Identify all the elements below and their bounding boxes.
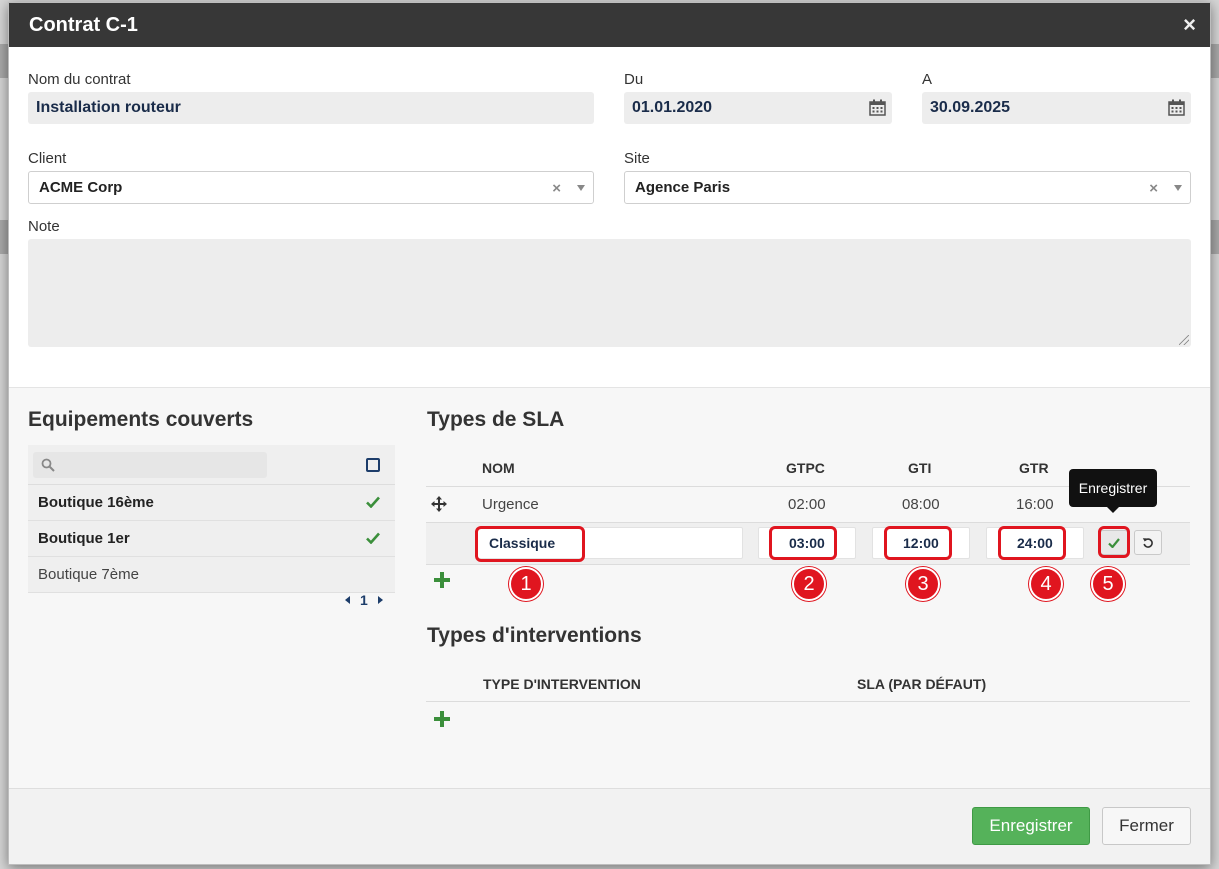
highlight-box <box>475 526 585 562</box>
client-label: Client <box>28 150 67 167</box>
step-badge: 5 <box>1091 567 1125 601</box>
sla-row-gtpc: 02:00 <box>788 496 826 513</box>
prev-page-icon[interactable] <box>345 596 350 604</box>
modal-title: Contrat C-1 <box>29 13 138 36</box>
close-button[interactable]: Fermer <box>1102 807 1191 845</box>
check-icon <box>366 532 380 544</box>
chevron-down-icon[interactable] <box>577 185 585 191</box>
equipment-item[interactable]: Boutique 16ème <box>28 485 395 521</box>
step-badge: 4 <box>1029 567 1063 601</box>
contract-name-label: Nom du contrat <box>28 71 131 88</box>
undo-icon <box>1142 537 1153 548</box>
move-icon[interactable] <box>431 496 447 512</box>
interventions-header-type: TYPE D'INTERVENTION <box>483 676 641 692</box>
interventions-table: TYPE D'INTERVENTION SLA (PAR DÉFAUT) <box>426 661 1190 727</box>
sla-header-nom: NOM <box>482 460 515 476</box>
sla-row-gtr: 16:00 <box>1016 496 1054 513</box>
chevron-down-icon[interactable] <box>1174 185 1182 191</box>
lower-panel: Equipements couverts Boutique 16ème Bout… <box>9 388 1210 789</box>
equipment-item[interactable]: Boutique 1er <box>28 521 395 557</box>
contract-form: Nom du contrat Installation routeur Du 0… <box>9 47 1210 388</box>
add-intervention-icon[interactable] <box>434 711 450 727</box>
equipment-item[interactable]: Boutique 7ème <box>28 557 395 593</box>
divider <box>426 701 1190 702</box>
sla-title: Types de SLA <box>427 408 565 431</box>
search-icon <box>41 458 55 472</box>
from-date-label: Du <box>624 71 644 88</box>
to-date-field[interactable]: 30.09.2025 <box>922 92 1191 124</box>
equipment-search-input[interactable] <box>33 451 267 478</box>
select-all-checkbox[interactable] <box>366 458 380 472</box>
sla-row-nom: Urgence <box>482 496 539 513</box>
step-badge: 3 <box>906 567 940 601</box>
from-date-field[interactable]: 01.01.2020 <box>624 92 892 124</box>
from-date-value: 01.01.2020 <box>632 99 713 116</box>
site-select[interactable]: Agence Paris × <box>624 171 1191 204</box>
modal-header: Contrat C-1 × <box>9 3 1210 47</box>
contract-name-value: Installation routeur <box>36 99 181 116</box>
calendar-icon[interactable] <box>869 99 886 116</box>
highlight-box <box>998 526 1066 560</box>
modal-footer: Enregistrer Fermer <box>9 788 1210 864</box>
clear-icon[interactable]: × <box>1149 180 1158 197</box>
equipment-item-label: Boutique 1er <box>38 530 130 547</box>
calendar-icon[interactable] <box>1168 99 1185 116</box>
to-date-label: A <box>922 71 933 88</box>
equipment-item-label: Boutique 16ème <box>38 494 154 511</box>
sla-undo-button[interactable] <box>1134 530 1162 555</box>
highlight-box <box>769 526 837 560</box>
close-icon[interactable]: × <box>1183 14 1196 36</box>
contract-modal: Contrat C-1 × Nom du contrat Installatio… <box>8 2 1211 865</box>
resize-handle-icon[interactable] <box>1179 335 1189 345</box>
site-value: Agence Paris <box>635 179 731 196</box>
clear-icon[interactable]: × <box>552 180 561 197</box>
save-tooltip: Enregistrer <box>1069 469 1157 513</box>
note-label: Note <box>28 218 60 235</box>
add-sla-icon[interactable] <box>434 572 450 588</box>
highlight-box <box>1098 526 1130 558</box>
client-value: ACME Corp <box>39 179 123 196</box>
divider <box>426 522 1190 523</box>
highlight-box <box>884 526 952 560</box>
sla-row-gti: 08:00 <box>902 496 940 513</box>
equipment-search-bar <box>28 445 395 485</box>
client-select[interactable]: ACME Corp × <box>28 171 594 204</box>
sla-header-gtr: GTR <box>1019 460 1049 476</box>
page-number[interactable]: 1 <box>360 592 368 608</box>
next-page-icon[interactable] <box>377 596 383 604</box>
site-label: Site <box>624 150 650 167</box>
equipment-list: Boutique 16ème Boutique 1er Boutique 7èm… <box>28 445 395 593</box>
equipment-pager: 1 <box>345 592 383 608</box>
sla-header-gti: GTI <box>908 460 932 476</box>
sla-header-gtpc: GTPC <box>786 460 825 476</box>
equipment-item-label: Boutique 7ème <box>38 566 139 583</box>
divider <box>426 564 1190 565</box>
step-badge: 1 <box>509 567 543 601</box>
note-textarea[interactable] <box>28 239 1191 347</box>
contract-name-field[interactable]: Installation routeur <box>28 92 594 124</box>
equipment-title: Equipements couverts <box>28 408 254 431</box>
step-badge: 2 <box>792 567 826 601</box>
check-icon <box>366 496 380 508</box>
to-date-value: 30.09.2025 <box>930 99 1011 116</box>
interventions-title: Types d'interventions <box>427 624 642 647</box>
save-button[interactable]: Enregistrer <box>972 807 1090 845</box>
interventions-header-sla: SLA (PAR DÉFAUT) <box>857 676 987 692</box>
